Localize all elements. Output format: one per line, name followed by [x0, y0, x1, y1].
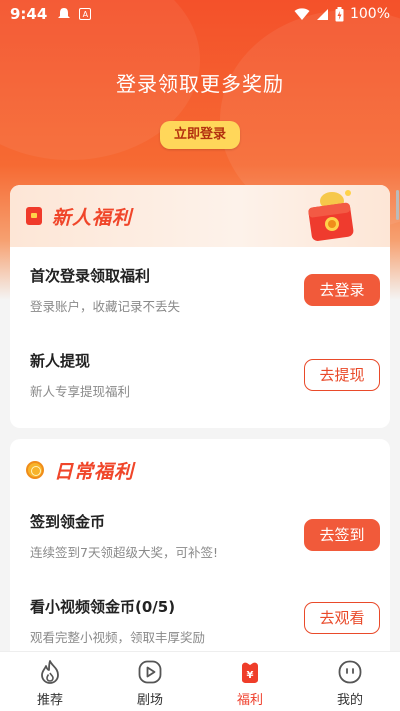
daily-welfare-card: 日常福利 签到领金币 连续签到7天领超级大奖，可补签! 去签到 看小视频领金币(…	[10, 439, 390, 679]
signal-icon	[316, 8, 328, 20]
tab-label: 剧场	[136, 693, 163, 708]
newcomer-welfare-card: 新人福利 首次登录领取福利 登录账户，收藏记录不丢失 去登录 新人提现 新人专享…	[10, 185, 390, 428]
flame-icon	[41, 660, 59, 684]
svg-text:¥: ¥	[247, 670, 254, 681]
go-watch-button[interactable]: 去观看	[304, 602, 380, 634]
list-item: 新人提现 新人专享提现福利 去提现	[30, 350, 380, 400]
list-item: 看小视频领金币(0/5) 观看完整小视频，领取丰厚奖励 去观看	[30, 596, 380, 646]
red-envelope-gift-icon	[308, 190, 354, 241]
tab-mine[interactable]: 我的	[300, 652, 400, 711]
wifi-icon	[294, 7, 310, 20]
status-bar: 9:44 A 100%	[0, 0, 400, 28]
login-now-button[interactable]: 立即登录	[160, 121, 240, 149]
face-icon	[338, 660, 362, 684]
tab-theater[interactable]: 剧场	[100, 652, 200, 711]
battery-icon	[335, 6, 344, 21]
tab-recommend[interactable]: 推荐	[0, 652, 100, 711]
play-icon	[138, 660, 162, 684]
go-login-button[interactable]: 去登录	[304, 274, 380, 306]
coin-icon	[26, 461, 44, 479]
notification-icon	[58, 8, 71, 18]
daily-card-header: 日常福利	[10, 439, 390, 501]
battery-percent: 100%	[349, 6, 390, 22]
status-time: 9:44	[10, 5, 48, 23]
go-checkin-button[interactable]: 去签到	[304, 519, 380, 551]
hero-title: 登录领取更多奖励	[116, 72, 284, 96]
app-notification-icon: A	[79, 8, 92, 20]
tab-welfare[interactable]: ¥ 福利	[200, 652, 300, 711]
tab-label: 福利	[236, 693, 263, 708]
daily-card-title: 日常福利	[54, 460, 135, 483]
scrollbar[interactable]	[396, 190, 399, 220]
gift-icon: ¥	[242, 662, 258, 683]
list-item: 首次登录领取福利 登录账户，收藏记录不丢失 去登录	[30, 265, 380, 315]
newcomer-card-header: 新人福利	[10, 185, 390, 247]
tab-label: 我的	[336, 693, 363, 708]
tab-label: 推荐	[36, 693, 63, 708]
red-packet-icon	[26, 207, 42, 225]
go-withdraw-button[interactable]: 去提现	[304, 359, 380, 391]
bottom-tab-bar: 推荐 剧场 ¥ 福利 我的	[0, 651, 400, 711]
newcomer-card-title: 新人福利	[52, 206, 133, 229]
list-item: 签到领金币 连续签到7天领超级大奖，可补签! 去签到	[30, 511, 380, 561]
